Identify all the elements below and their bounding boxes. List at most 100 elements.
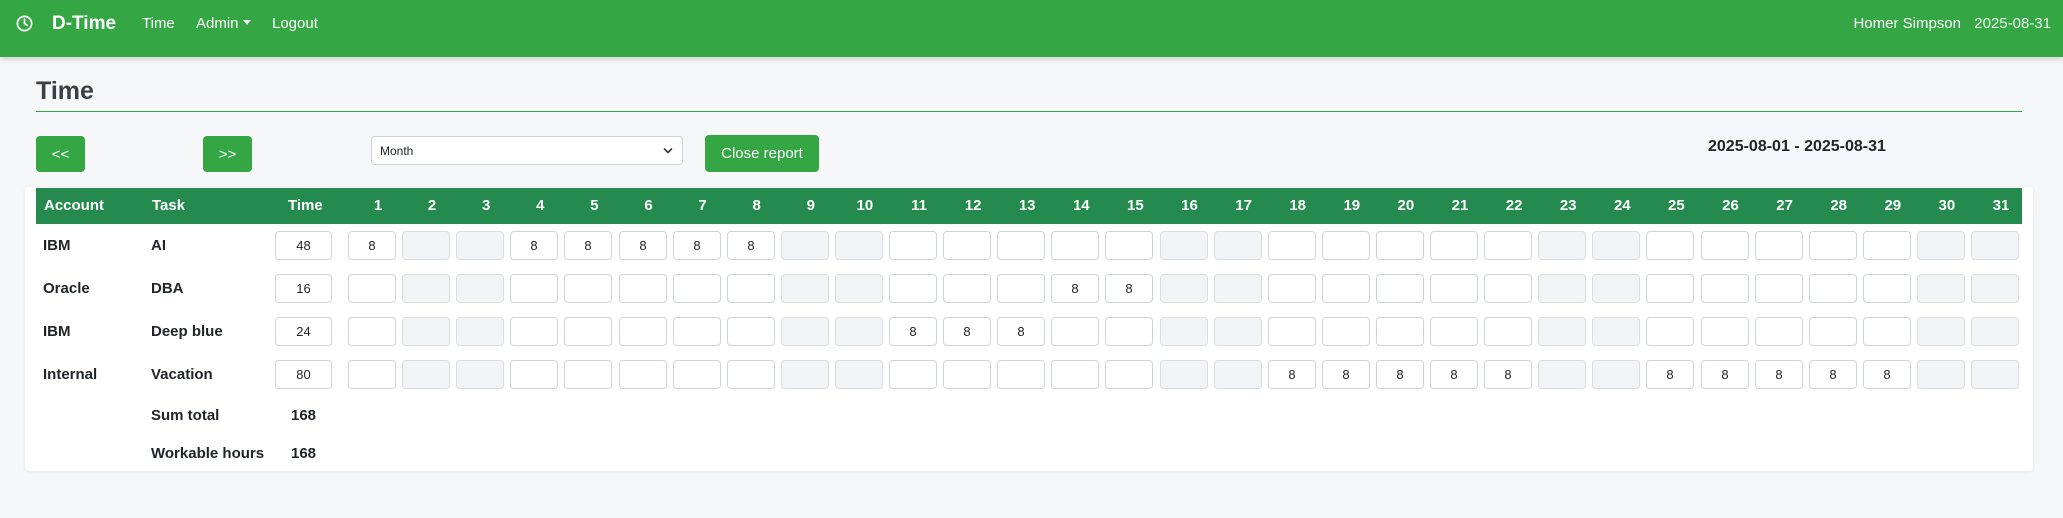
hours-input[interactable] [781,231,829,260]
hours-input[interactable] [835,360,883,389]
hours-input[interactable] [1592,317,1640,346]
hours-input[interactable] [1755,274,1803,303]
hours-input[interactable] [564,317,612,346]
hours-input[interactable] [402,317,450,346]
hours-input[interactable] [1376,317,1424,346]
hours-input[interactable] [1214,231,1262,260]
hours-input[interactable] [1105,231,1153,260]
hours-input[interactable] [1051,317,1099,346]
brand-logo[interactable]: D-Time [52,12,116,36]
hours-input[interactable] [1809,317,1857,346]
hours-input[interactable] [727,317,775,346]
hours-input[interactable] [781,360,829,389]
hours-input[interactable] [1755,317,1803,346]
hours-input[interactable] [1646,317,1694,346]
hours-input[interactable] [456,274,504,303]
hours-input[interactable]: 8 [889,317,937,346]
hours-input[interactable]: 8 [1430,360,1478,389]
hours-input[interactable]: 8 [1755,360,1803,389]
hours-input[interactable] [781,274,829,303]
hours-input[interactable] [1971,360,2019,389]
hours-input[interactable] [1160,274,1208,303]
hours-input[interactable]: 8 [348,231,396,260]
hours-input[interactable] [510,317,558,346]
hours-input[interactable] [889,274,937,303]
hours-input[interactable] [1051,231,1099,260]
nav-admin-dropdown[interactable]: Admin [196,15,251,33]
hours-input[interactable] [889,360,937,389]
hours-input[interactable] [1809,274,1857,303]
hours-input[interactable] [1322,317,1370,346]
hours-input[interactable]: 8 [673,231,721,260]
hours-input[interactable] [835,231,883,260]
hours-input[interactable] [348,360,396,389]
hours-input[interactable] [1592,274,1640,303]
nav-link-logout[interactable]: Logout [272,15,318,33]
hours-input[interactable]: 8 [997,317,1045,346]
hours-input[interactable] [1376,231,1424,260]
hours-input[interactable] [997,231,1045,260]
hours-input[interactable] [564,274,612,303]
hours-input[interactable] [564,360,612,389]
hours-input[interactable] [727,360,775,389]
hours-input[interactable]: 8 [1268,360,1316,389]
hours-input[interactable]: 8 [1646,360,1694,389]
hours-input[interactable]: 8 [727,231,775,260]
hours-input[interactable] [673,274,721,303]
hours-input[interactable] [1322,231,1370,260]
hours-input[interactable] [1214,274,1262,303]
hours-input[interactable]: 8 [1105,274,1153,303]
hours-input[interactable] [619,360,667,389]
hours-input[interactable] [1484,274,1532,303]
hours-input[interactable] [1322,274,1370,303]
hours-input[interactable] [943,231,991,260]
hours-input[interactable] [1971,231,2019,260]
hours-input[interactable] [1646,231,1694,260]
hours-input[interactable] [1917,274,1965,303]
hours-input[interactable]: 8 [1051,274,1099,303]
hours-input[interactable] [1484,317,1532,346]
hours-input[interactable] [997,360,1045,389]
hours-input[interactable]: 8 [1701,360,1749,389]
hours-input[interactable] [835,317,883,346]
previous-period-button[interactable]: << [36,136,85,172]
hours-input[interactable] [1160,317,1208,346]
hours-input[interactable]: 8 [943,317,991,346]
period-select[interactable]: Month [371,136,683,165]
hours-input[interactable] [1917,317,1965,346]
hours-input[interactable] [781,317,829,346]
hours-input[interactable] [510,360,558,389]
next-period-button[interactable]: >> [203,136,252,172]
hours-input[interactable] [727,274,775,303]
hours-input[interactable] [1268,274,1316,303]
hours-input[interactable] [1430,274,1478,303]
hours-input[interactable] [997,274,1045,303]
hours-input[interactable]: 8 [1322,360,1370,389]
hours-input[interactable] [943,274,991,303]
hours-input[interactable] [1538,231,1586,260]
hours-input[interactable] [1268,317,1316,346]
hours-input[interactable]: 8 [1484,360,1532,389]
hours-input[interactable] [619,274,667,303]
hours-input[interactable]: 8 [619,231,667,260]
hours-input[interactable]: 8 [564,231,612,260]
hours-input[interactable] [1051,360,1099,389]
hours-input[interactable] [402,360,450,389]
close-report-button[interactable]: Close report [705,135,819,172]
hours-input[interactable] [1863,274,1911,303]
hours-input[interactable] [1917,231,1965,260]
hours-input[interactable] [402,231,450,260]
hours-input[interactable] [1214,360,1262,389]
hours-input[interactable] [1701,231,1749,260]
hours-input[interactable] [1863,317,1911,346]
hours-input[interactable] [510,274,558,303]
hours-input[interactable] [1755,231,1803,260]
hours-input[interactable]: 8 [1809,360,1857,389]
hours-input[interactable] [1430,317,1478,346]
hours-input[interactable] [456,231,504,260]
hours-input[interactable] [1809,231,1857,260]
hours-input[interactable] [1917,360,1965,389]
hours-input[interactable] [1971,274,2019,303]
hours-input[interactable] [943,360,991,389]
hours-input[interactable]: 8 [1863,360,1911,389]
